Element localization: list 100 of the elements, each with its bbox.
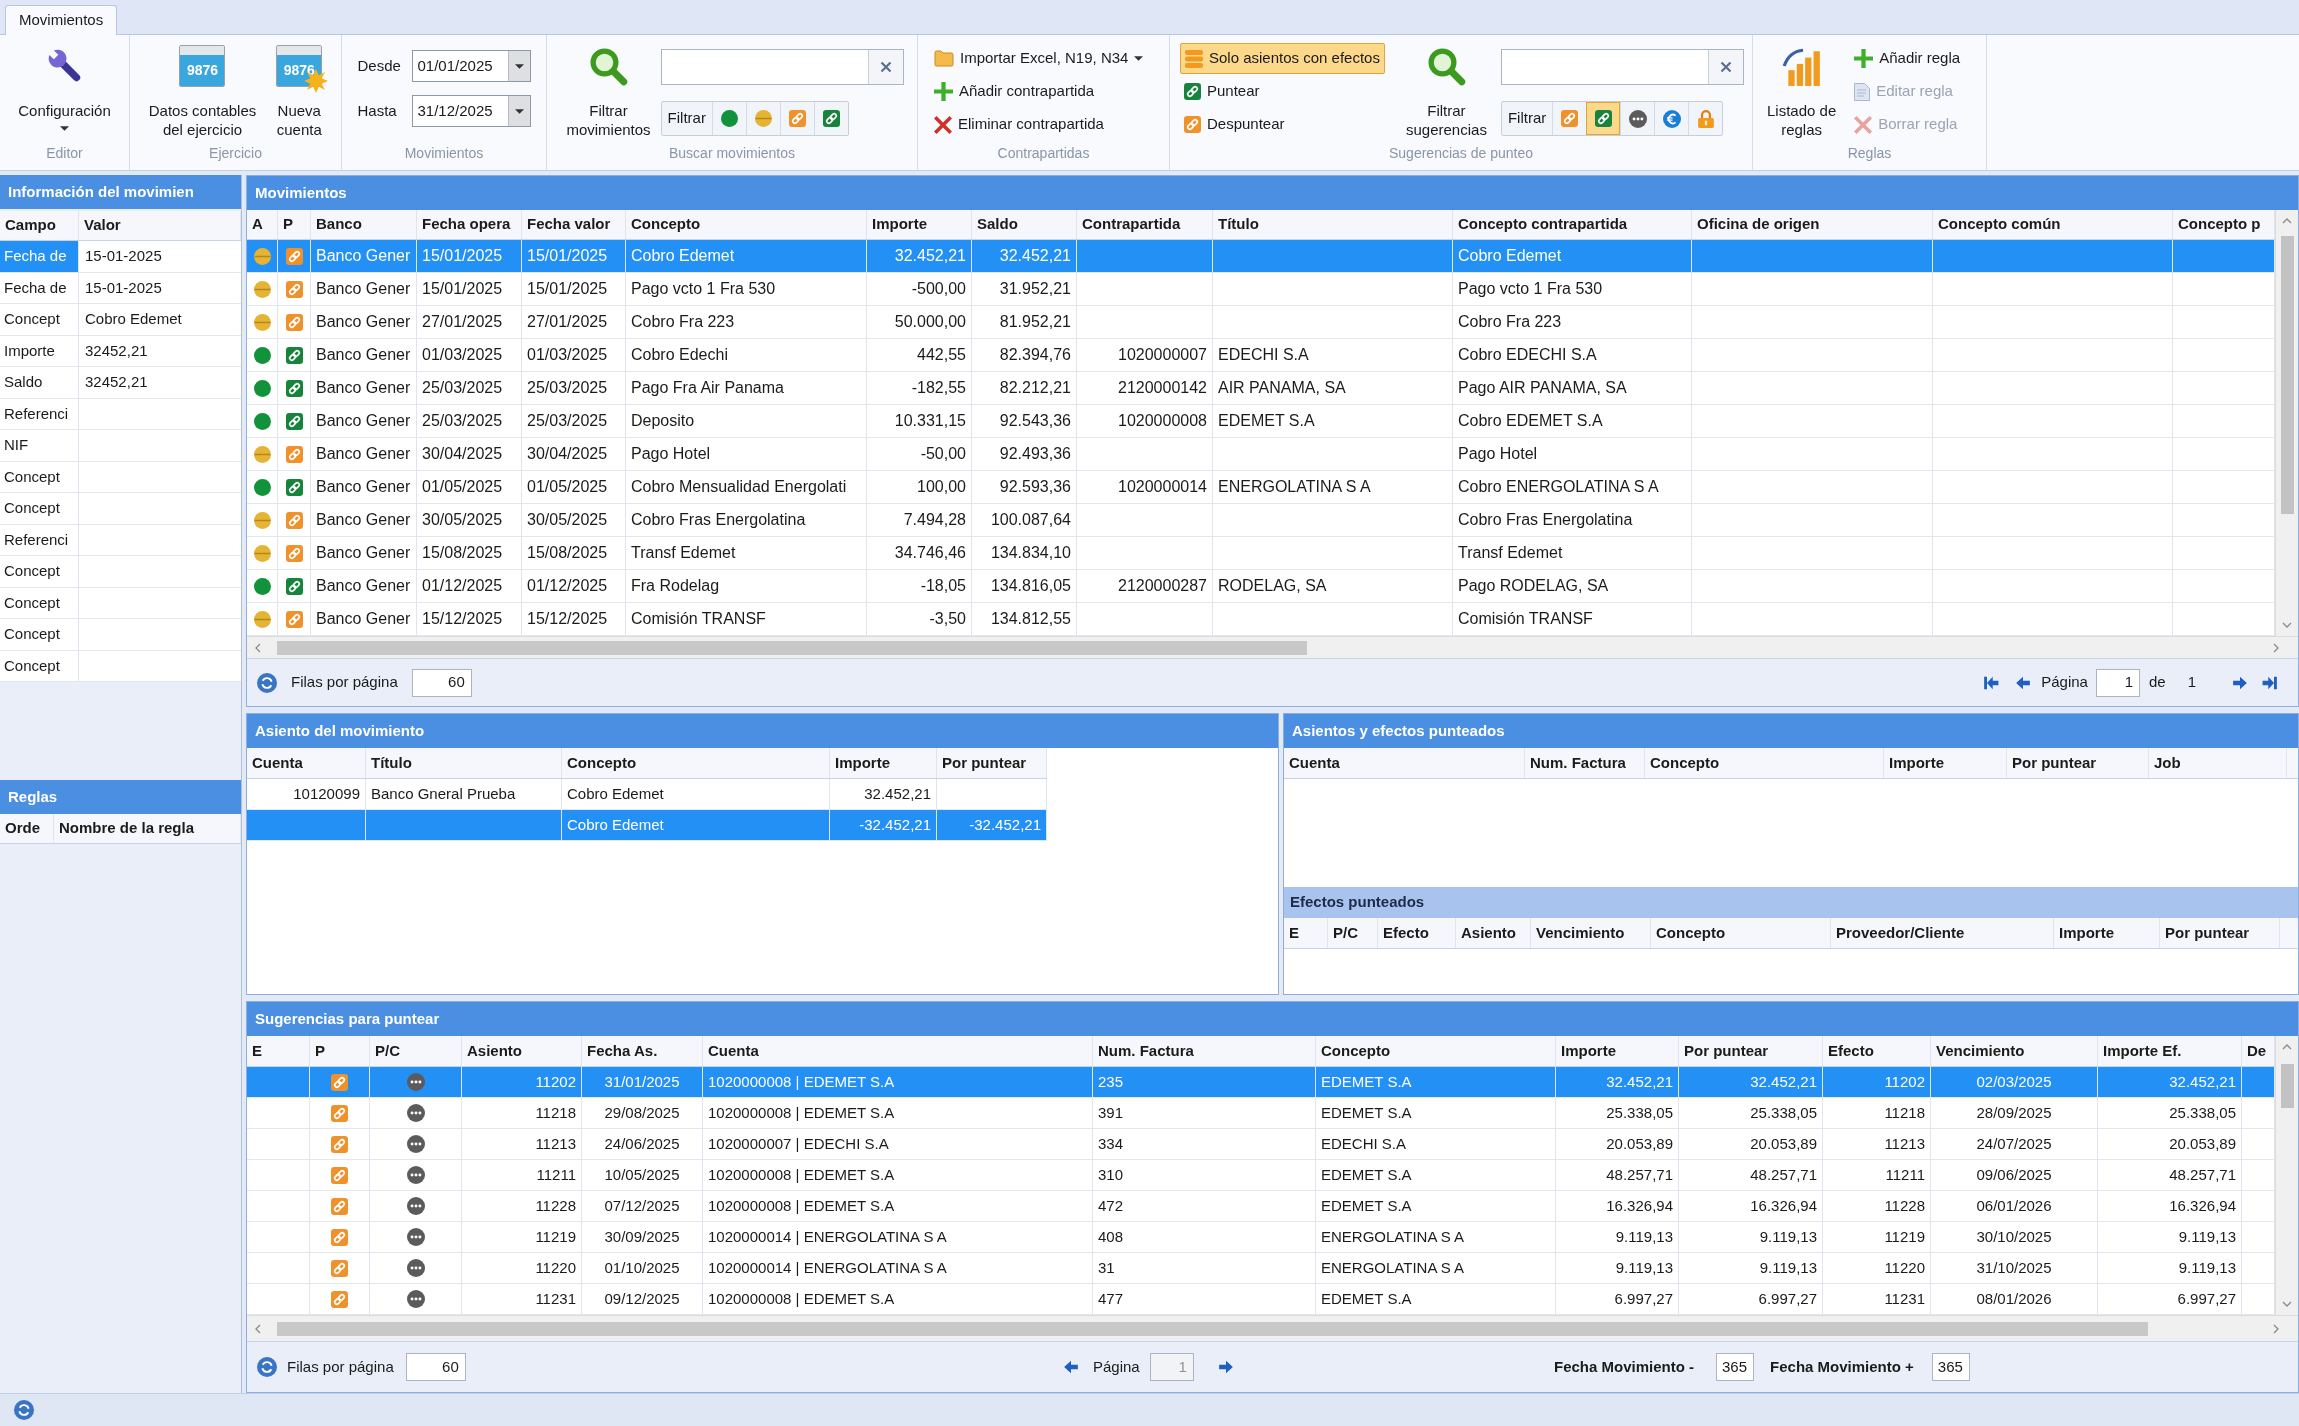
column-header[interactable]: Por puntear	[2160, 918, 2280, 948]
table-row[interactable]: 10120099 Banco Gneral Prueba Cobro Edemet 32.452,21	[247, 779, 1047, 810]
horizontal-scrollbar[interactable]	[247, 636, 2298, 658]
table-row[interactable]: Banco Gener 01/03/2025 01/03/2025 Cobro Edechi 442,55 82.394,76 1020000007 EDECHI S.A Cobro EDECHI S.A	[247, 339, 2275, 372]
table-row[interactable]: Banco Gener 01/12/2025 01/12/2025 Fra Rodelag -18,05 134.816,05 2120000287 RODELAG, SA Pago RODELAG, SA	[247, 570, 2275, 603]
table-row[interactable]: Banco Gener 25/03/2025 25/03/2025 Deposito 10.331,15 92.543,36 1020000008 EDEMET S.A Cobro EDEMET S.A	[247, 405, 2275, 438]
column-header[interactable]: Orde	[0, 814, 54, 843]
column-header[interactable]: Concepto contrapartida	[1453, 210, 1692, 239]
previous-page-icon[interactable]	[2015, 674, 2032, 691]
column-header[interactable]: Efecto	[1378, 918, 1456, 948]
column-header[interactable]: Concepto	[1645, 748, 1884, 778]
toolbar-button[interactable]: Despuntear	[1180, 109, 1289, 140]
page-field[interactable]: 1	[2095, 668, 2140, 697]
filter-toggle[interactable]	[1586, 102, 1621, 135]
column-header[interactable]: Saldo	[972, 210, 1077, 239]
column-header[interactable]: Importe Ef.	[2098, 1036, 2242, 1066]
table-row[interactable]: Banco Gener 15/01/2025 15/01/2025 Pago vcto 1 Fra 530 -500,00 31.952,21 Pago vcto 1 Fra 530	[247, 273, 2275, 306]
column-header[interactable]: Cuenta	[1284, 748, 1525, 778]
next-page-icon[interactable]	[1217, 1359, 1234, 1375]
column-header[interactable]: Título	[366, 748, 562, 778]
table-cell[interactable]: Importe	[0, 335, 79, 366]
toolbar-button[interactable]: Añadir regla	[1850, 43, 1965, 74]
toolbar-button[interactable]: 9876 Nueva cuenta	[270, 41, 329, 139]
column-header[interactable]: Título	[1213, 210, 1453, 239]
table-row[interactable]: Banco Gener 27/01/2025 27/01/2025 Cobro Fra 223 50.000,00 81.952,21 Cobro Fra 223	[247, 306, 2275, 339]
table-row[interactable]: Banco Gener 25/03/2025 25/03/2025 Pago Fra Air Panama -182,55 82.212,21 2120000142 AIR PANAMA, SA Pago AIR PANAMA, SA	[247, 372, 2275, 405]
column-header[interactable]: E	[247, 1036, 310, 1066]
days-field[interactable]: 365	[1931, 1353, 1970, 1381]
chevron-right-icon[interactable]	[2272, 1323, 2280, 1334]
column-header[interactable]: Job	[2149, 748, 2287, 778]
column-header[interactable]: Num. Factura	[1093, 1036, 1316, 1066]
toolbar-button[interactable]: Importar Excel, N19, N34	[930, 43, 1148, 74]
chevron-right-icon[interactable]	[2272, 642, 2280, 653]
column-header[interactable]: Fecha valor	[522, 210, 626, 239]
last-page-icon[interactable]	[2262, 674, 2278, 691]
column-header[interactable]: Oficina de origen	[1692, 210, 1933, 239]
vertical-scrollbar[interactable]	[2275, 1036, 2298, 1315]
filter-button[interactable]: Filtrar movimientos	[560, 41, 657, 139]
next-page-icon[interactable]	[2232, 674, 2248, 691]
refresh-icon[interactable]	[257, 1357, 277, 1377]
column-header[interactable]: Cuenta	[247, 748, 366, 778]
table-row[interactable]: 11219 30/09/2025 1020000014 | ENERGOLATINA S A 408 ENERGOLATINA S A 9.119,13 9.119,13 11219 30/10/2025 9.119,13	[247, 1222, 2275, 1253]
previous-page-icon[interactable]	[1063, 1359, 1079, 1375]
date-field[interactable]: 31/12/2025	[411, 95, 531, 127]
column-header[interactable]: Importe	[830, 748, 937, 778]
table-row[interactable]: 11211 10/05/2025 1020000008 | EDEMET S.A 310 EDEMET S.A 48.257,71 48.257,71 11211 09/06/2025 48.257,71	[247, 1160, 2275, 1191]
column-header[interactable]: A	[247, 210, 278, 239]
table-row[interactable]: Banco Gener 30/04/2025 30/04/2025 Pago Hotel -50,00 92.493,36 Pago Hotel	[247, 438, 2275, 471]
column-header[interactable]: Vencimiento	[1531, 918, 1651, 948]
table-row[interactable]: 11228 07/12/2025 1020000008 | EDEMET S.A 472 EDEMET S.A 16.326,94 16.326,94 11228 06/01/2026 16.326,94	[247, 1191, 2275, 1222]
column-header[interactable]: P/C	[370, 1036, 462, 1066]
chevron-left-icon[interactable]	[254, 1323, 262, 1334]
table-row[interactable]: Banco Gener 15/08/2025 15/08/2025 Transf Edemet 34.746,46 134.834,10 Transf Edemet	[247, 537, 2275, 570]
clear-button[interactable]	[1707, 50, 1743, 84]
column-header[interactable]: Cuenta	[703, 1036, 1093, 1066]
table-row[interactable]: 11231 09/12/2025 1020000008 | EDEMET S.A 477 EDEMET S.A 6.997,27 6.997,27 11231 08/01/2026 6.997,27	[247, 1284, 2275, 1315]
column-header[interactable]: P	[278, 210, 311, 239]
refresh-icon[interactable]	[257, 672, 277, 693]
table-cell[interactable]: Concept	[0, 304, 79, 335]
column-header[interactable]: Por puntear	[937, 748, 1047, 778]
table-row[interactable]: Banco Gener 01/05/2025 01/05/2025 Cobro Mensualidad Energolati 100,00 92.593,36 1020000014 ENERGOLATINA S A Cobro ENERGOLATINA S A	[247, 471, 2275, 504]
column-header[interactable]: Fecha As.	[582, 1036, 703, 1066]
scrollbar-thumb[interactable]	[2280, 236, 2294, 514]
column-header[interactable]: Importe	[1556, 1036, 1679, 1066]
table-row[interactable]: 11213 24/06/2025 1020000007 | EDECHI S.A 334 EDECHI S.A 20.053,89 20.053,89 11213 24/07/2025 20.053,89	[247, 1129, 2275, 1160]
days-field[interactable]: 365	[1716, 1353, 1755, 1381]
table-row[interactable]: 11220 01/10/2025 1020000014 | ENERGOLATINA S A 31 ENERGOLATINA S A 9.119,13 9.119,13 11220 31/10/2025 9.119,13	[247, 1253, 2275, 1284]
column-header[interactable]: Asiento	[1456, 918, 1531, 948]
table-row[interactable]: 11218 29/08/2025 1020000008 | EDEMET S.A 391 EDEMET S.A 25.338,05 25.338,05 11218 28/09/2025 25.338,05	[247, 1098, 2275, 1129]
toolbar-button[interactable]: Eliminar contrapartida	[930, 109, 1148, 140]
column-header[interactable]: Por puntear	[2007, 748, 2149, 778]
column-header[interactable]: Concepto	[1651, 918, 1831, 948]
scrollbar-thumb[interactable]	[277, 1321, 2148, 1336]
chevron-down-icon[interactable]	[2282, 621, 2292, 629]
column-header[interactable]: Valor	[79, 211, 241, 240]
toggle-button[interactable]: Solo asientos con efectos	[1180, 43, 1385, 74]
column-header[interactable]: Vencimiento	[1931, 1036, 2098, 1066]
column-header[interactable]: Campo	[0, 211, 79, 240]
toolbar-button[interactable]: Añadir contrapartida	[930, 76, 1148, 107]
filter-button[interactable]: Filtrar sugerencias	[1400, 41, 1493, 139]
rows-per-page-field[interactable]: 60	[405, 1353, 466, 1381]
scrollbar-thumb[interactable]	[277, 640, 1307, 655]
horizontal-scrollbar[interactable]	[247, 1315, 2298, 1341]
refresh-icon[interactable]	[14, 1400, 34, 1420]
settings-button[interactable]: Configuración	[12, 41, 117, 131]
toolbar-button[interactable]: 9876 Datos contables del ejercicio	[142, 41, 263, 139]
column-header[interactable]: Num. Factura	[1525, 748, 1645, 778]
search-field[interactable]	[1500, 49, 1744, 85]
table-row[interactable]: Banco Gener 30/05/2025 30/05/2025 Cobro Fras Energolatina 7.494,28 100.087,64 Cobro Fras Energolatina	[247, 504, 2275, 537]
column-header[interactable]: Concepto	[562, 748, 830, 778]
search-field[interactable]	[660, 49, 904, 85]
first-page-icon[interactable]	[1983, 674, 2000, 691]
chevron-up-icon[interactable]	[2282, 217, 2292, 225]
column-header[interactable]: E	[1284, 918, 1328, 948]
column-header[interactable]: Contrapartida	[1077, 210, 1213, 239]
column-header[interactable]: Efecto	[1823, 1036, 1931, 1066]
date-field[interactable]: 01/01/2025	[411, 50, 531, 82]
table-cell[interactable]: Fecha de	[0, 272, 79, 303]
column-header[interactable]: Asiento	[462, 1036, 582, 1066]
column-header[interactable]: P/C	[1328, 918, 1378, 948]
